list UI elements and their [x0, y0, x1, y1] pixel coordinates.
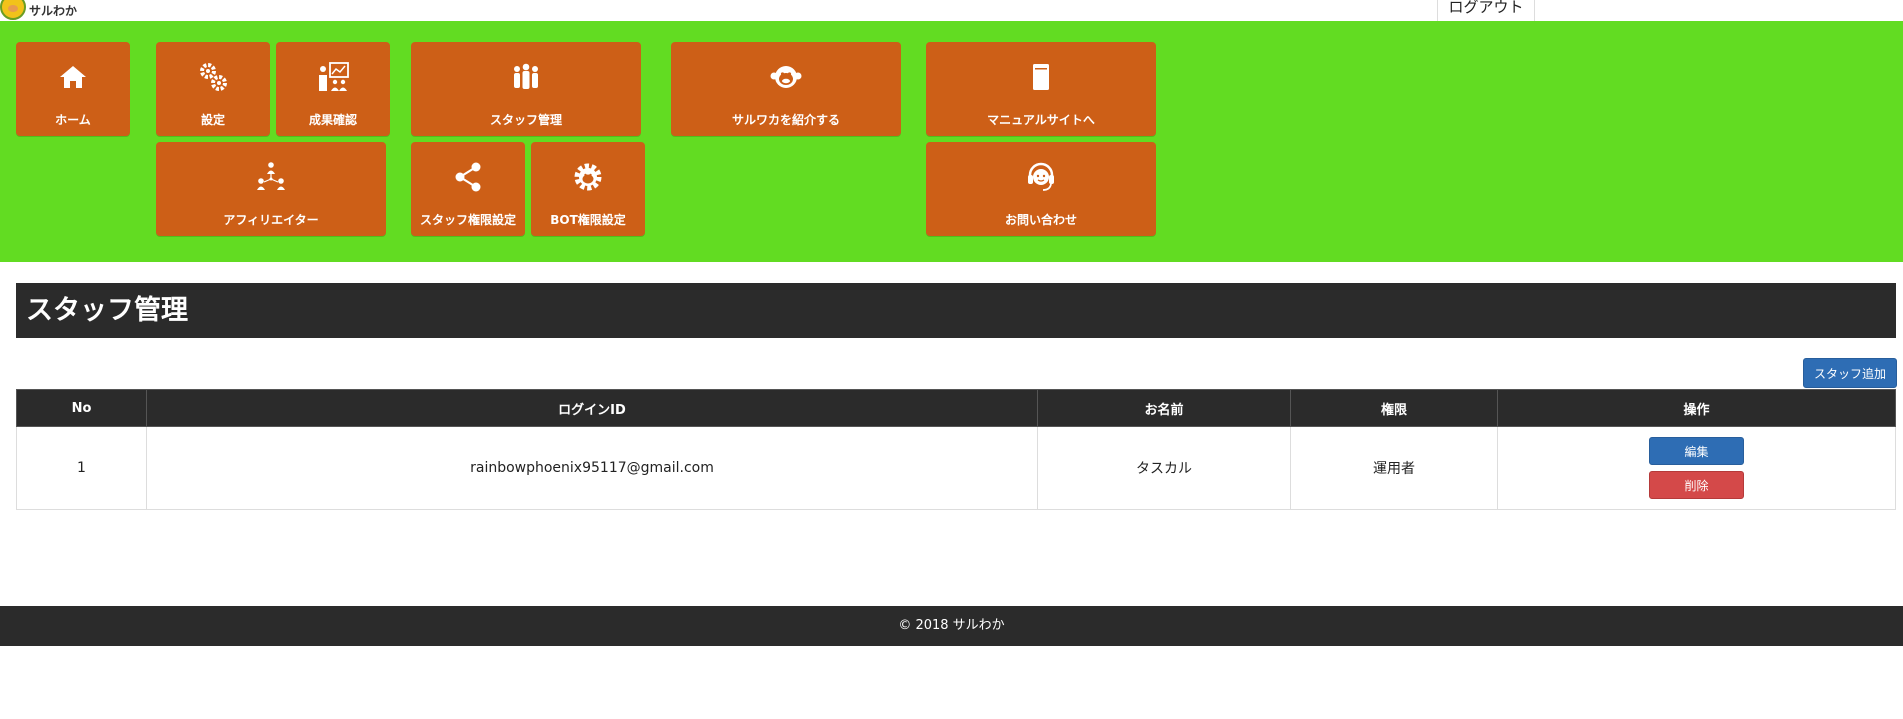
footer: © 2018 サルわか	[0, 606, 1903, 646]
nav-contact-button[interactable]: お問い合わせ	[926, 142, 1156, 236]
home-icon	[60, 66, 86, 88]
nav-refer-button[interactable]: サルワカを紹介する	[671, 42, 901, 136]
column-header-name: お名前	[1037, 389, 1291, 427]
nav-affiliate-button[interactable]: アフィリエイター	[156, 142, 386, 236]
table-header-row: No ログインID お名前 権限 操作	[16, 389, 1896, 427]
gears-icon	[200, 63, 227, 91]
main-nav: ホーム 設定 成果確認 スタッフ管理 サルワカを紹介する マニュアルサイトへ ア…	[0, 21, 1903, 262]
nav-bot-permission-label: BOT権限設定	[550, 213, 626, 227]
team-icon	[514, 63, 538, 89]
headset-support-icon	[1028, 162, 1054, 191]
cell-login-id: rainbowphoenix95117@gmail.com	[146, 426, 1038, 510]
column-header-actions: 操作	[1497, 389, 1896, 427]
nav-staff-permission-label: スタッフ権限設定	[419, 213, 516, 227]
column-header-no: No	[16, 389, 147, 427]
monkey-gear-icon	[574, 163, 602, 191]
network-people-icon	[257, 162, 285, 190]
nav-results-label: 成果確認	[308, 113, 357, 127]
column-header-login-id: ログインID	[146, 389, 1038, 427]
page-title: スタッフ管理	[26, 295, 188, 326]
nav-settings-label: 設定	[200, 113, 225, 127]
page-title-bar: スタッフ管理	[16, 283, 1896, 338]
monkey-logo-icon	[0, 0, 26, 20]
nav-results-button[interactable]: 成果確認	[276, 42, 390, 136]
nav-contact-label: お問い合わせ	[1004, 213, 1077, 227]
add-staff-button[interactable]: スタッフ追加	[1803, 358, 1897, 388]
nav-staff-label: スタッフ管理	[489, 113, 562, 127]
logo-text: サルわか	[29, 3, 78, 18]
column-header-role: 権限	[1290, 389, 1498, 427]
cell-name: タスカル	[1037, 426, 1291, 510]
copyright-text: © 2018 サルわか	[898, 618, 1005, 633]
nav-staff-permission-button[interactable]: スタッフ権限設定	[411, 142, 525, 236]
nav-manual-label: マニュアルサイトへ	[987, 113, 1095, 127]
logo[interactable]: サルわか	[0, 0, 77, 20]
nav-manual-button[interactable]: マニュアルサイトへ	[926, 42, 1156, 136]
table-row: 1 rainbowphoenix95117@gmail.com タスカル 運用者…	[16, 426, 1896, 510]
share-icon	[455, 162, 481, 192]
cell-actions: 編集 削除	[1497, 426, 1896, 510]
nav-home-button[interactable]: ホーム	[16, 42, 130, 136]
logout-button[interactable]: ログアウト	[1437, 0, 1535, 21]
top-bar: サルわか ログアウト	[0, 0, 1903, 21]
nav-settings-button[interactable]: 設定	[156, 42, 270, 136]
presentation-icon	[319, 62, 349, 91]
monkey-icon	[770, 66, 802, 88]
book-icon	[1033, 64, 1049, 90]
edit-button[interactable]: 編集	[1649, 437, 1744, 465]
cell-role: 運用者	[1290, 426, 1498, 510]
staff-table: No ログインID お名前 権限 操作 1 rainbowphoenix9511…	[16, 389, 1896, 510]
nav-staff-button[interactable]: スタッフ管理	[411, 42, 641, 136]
nav-home-label: ホーム	[55, 113, 91, 127]
nav-refer-label: サルワカを紹介する	[731, 113, 840, 127]
nav-affiliate-label: アフィリエイター	[223, 213, 319, 227]
cell-no: 1	[16, 426, 147, 510]
delete-button[interactable]: 削除	[1649, 471, 1744, 499]
nav-bot-permission-button[interactable]: BOT権限設定	[531, 142, 645, 236]
